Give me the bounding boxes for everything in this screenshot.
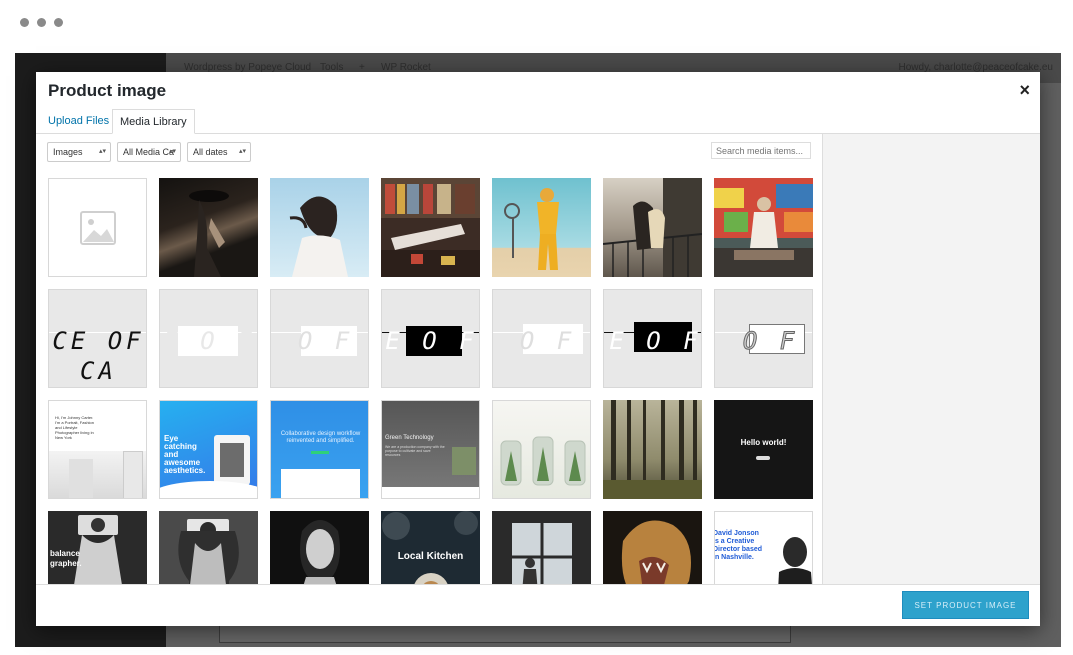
- select-caret-icon: ▴▾: [98, 148, 106, 155]
- media-item-logo[interactable]: E O F: [381, 289, 480, 388]
- website-image: [452, 447, 476, 475]
- modal-toolbar: SET PRODUCT IMAGE: [36, 584, 1040, 626]
- browser-window: Wordpress by Popeye Cloud Tools + WP Roc…: [0, 0, 1073, 655]
- photo-camera-woman: [178, 519, 239, 584]
- media-item-logo[interactable]: E O F: [603, 289, 702, 388]
- logo-text: O F: [297, 327, 354, 355]
- website-text: Local Kitchen: [397, 551, 464, 562]
- website-image: [69, 459, 93, 498]
- photo-lion: [621, 520, 691, 584]
- media-item-placeholder[interactable]: [48, 178, 147, 277]
- tab-media-library[interactable]: Media Library: [112, 109, 195, 134]
- media-item-photo[interactable]: [270, 511, 369, 584]
- photo-portrait: [300, 520, 340, 584]
- media-item-photo[interactable]: [492, 511, 591, 584]
- photo-yellow-outfit: [504, 188, 559, 270]
- media-item-logo[interactable]: O F: [270, 289, 369, 388]
- media-item-logo[interactable]: O F: [492, 289, 591, 388]
- filter-category-value: All Media Ca: [123, 147, 175, 157]
- media-item-website[interactable]: Collaborative design workflow reinvented…: [270, 400, 369, 499]
- logo-text: O F: [742, 327, 799, 356]
- filter-dates-select[interactable]: All dates ▴▾: [187, 142, 251, 162]
- window-dot-icon: [37, 18, 46, 27]
- website-text: Hi, I'm Johnny Carter. I'm a Portrait, F…: [55, 415, 94, 440]
- modal-title: Product image: [48, 81, 167, 100]
- filter-category-select[interactable]: All Media Ca ▴▾: [117, 142, 181, 162]
- photo-woman-hat: [189, 190, 229, 277]
- logo-block: [73, 330, 115, 352]
- media-item-photo[interactable]: [159, 511, 258, 584]
- website-button: [311, 451, 329, 454]
- media-item-logo[interactable]: CE OF CA: [48, 289, 147, 388]
- website-image: [281, 469, 360, 498]
- photo-bookstore: [381, 178, 480, 277]
- set-product-image-button[interactable]: SET PRODUCT IMAGE: [902, 591, 1029, 619]
- photo-balcony: [603, 178, 702, 277]
- media-item-logo[interactable]: E O F: [159, 289, 258, 388]
- media-item-photo[interactable]: [492, 400, 591, 499]
- filter-type-value: Images: [53, 147, 83, 157]
- website-text: grapher.: [50, 559, 82, 568]
- website-text: Green Technology: [385, 435, 434, 441]
- website-text: Eye catching and awesome aesthetics.: [164, 434, 206, 475]
- media-item-website[interactable]: Eye catching and awesome aesthetics.: [159, 400, 258, 499]
- media-item-photo[interactable]: [603, 400, 702, 499]
- media-item-photo[interactable]: balance grapher.: [48, 511, 147, 584]
- attachment-details-sidebar: [822, 134, 1040, 584]
- media-content: Images ▴▾ All Media Ca ▴▾ All dates ▴▾ S…: [36, 134, 822, 584]
- search-input[interactable]: [711, 142, 811, 159]
- photo-food-table: [382, 511, 478, 584]
- photo-window: [512, 523, 572, 584]
- window-dot-icon: [20, 18, 29, 27]
- background-field: [219, 623, 791, 643]
- filter-dates-value: All dates: [193, 147, 228, 157]
- close-icon[interactable]: ×: [1019, 81, 1030, 99]
- website-text: Hello world!: [740, 438, 787, 447]
- logo-text: E O F: [609, 327, 702, 355]
- photo-glass-jars: [500, 436, 586, 486]
- media-item-photo[interactable]: [603, 511, 702, 584]
- logo-text: E O F: [163, 327, 256, 355]
- logo-text: E O F: [385, 327, 478, 355]
- media-item-website[interactable]: Hello world!: [714, 400, 813, 499]
- media-modal: Product image × Upload Files Media Libra…: [36, 72, 1040, 626]
- media-item-logo[interactable]: O F: [714, 289, 813, 388]
- website-image: [220, 443, 244, 477]
- filter-type-select[interactable]: Images ▴▾: [47, 142, 111, 162]
- photo-camera-woman: [74, 515, 122, 584]
- select-caret-icon: ▴▾: [238, 148, 246, 155]
- media-item-website[interactable]: David Jonson is a Creative Director base…: [714, 511, 813, 584]
- tab-upload-files[interactable]: Upload Files: [41, 109, 116, 134]
- photo-forest: [603, 400, 702, 499]
- website-button: [756, 456, 770, 460]
- media-item-photo[interactable]: [492, 178, 591, 277]
- website-text: Collaborative design workflow reinvented…: [280, 431, 361, 444]
- image-placeholder-icon: [80, 211, 116, 245]
- media-item-website[interactable]: Hi, I'm Johnny Carter. I'm a Portrait, F…: [48, 400, 147, 499]
- logo-text: O F: [519, 327, 576, 355]
- website-text: balance: [50, 549, 80, 558]
- select-caret-icon: ▴▾: [168, 148, 176, 155]
- media-item-photo[interactable]: [381, 178, 480, 277]
- media-item-website[interactable]: Green Technology We are a production com…: [381, 400, 480, 499]
- photo-portrait-man: [778, 537, 812, 584]
- website-wave: [160, 481, 257, 498]
- media-item-photo[interactable]: [603, 178, 702, 277]
- website-text: We are a production company with the pur…: [385, 445, 445, 457]
- media-item-website[interactable]: Local Kitchen: [381, 511, 480, 584]
- photo-woman-hair: [289, 196, 348, 277]
- media-item-photo[interactable]: [714, 178, 813, 277]
- website-image: [123, 451, 143, 498]
- media-item-photo[interactable]: [270, 178, 369, 277]
- window-dot-icon: [54, 18, 63, 27]
- media-item-photo[interactable]: [159, 178, 258, 277]
- photo-graffiti: [714, 178, 813, 277]
